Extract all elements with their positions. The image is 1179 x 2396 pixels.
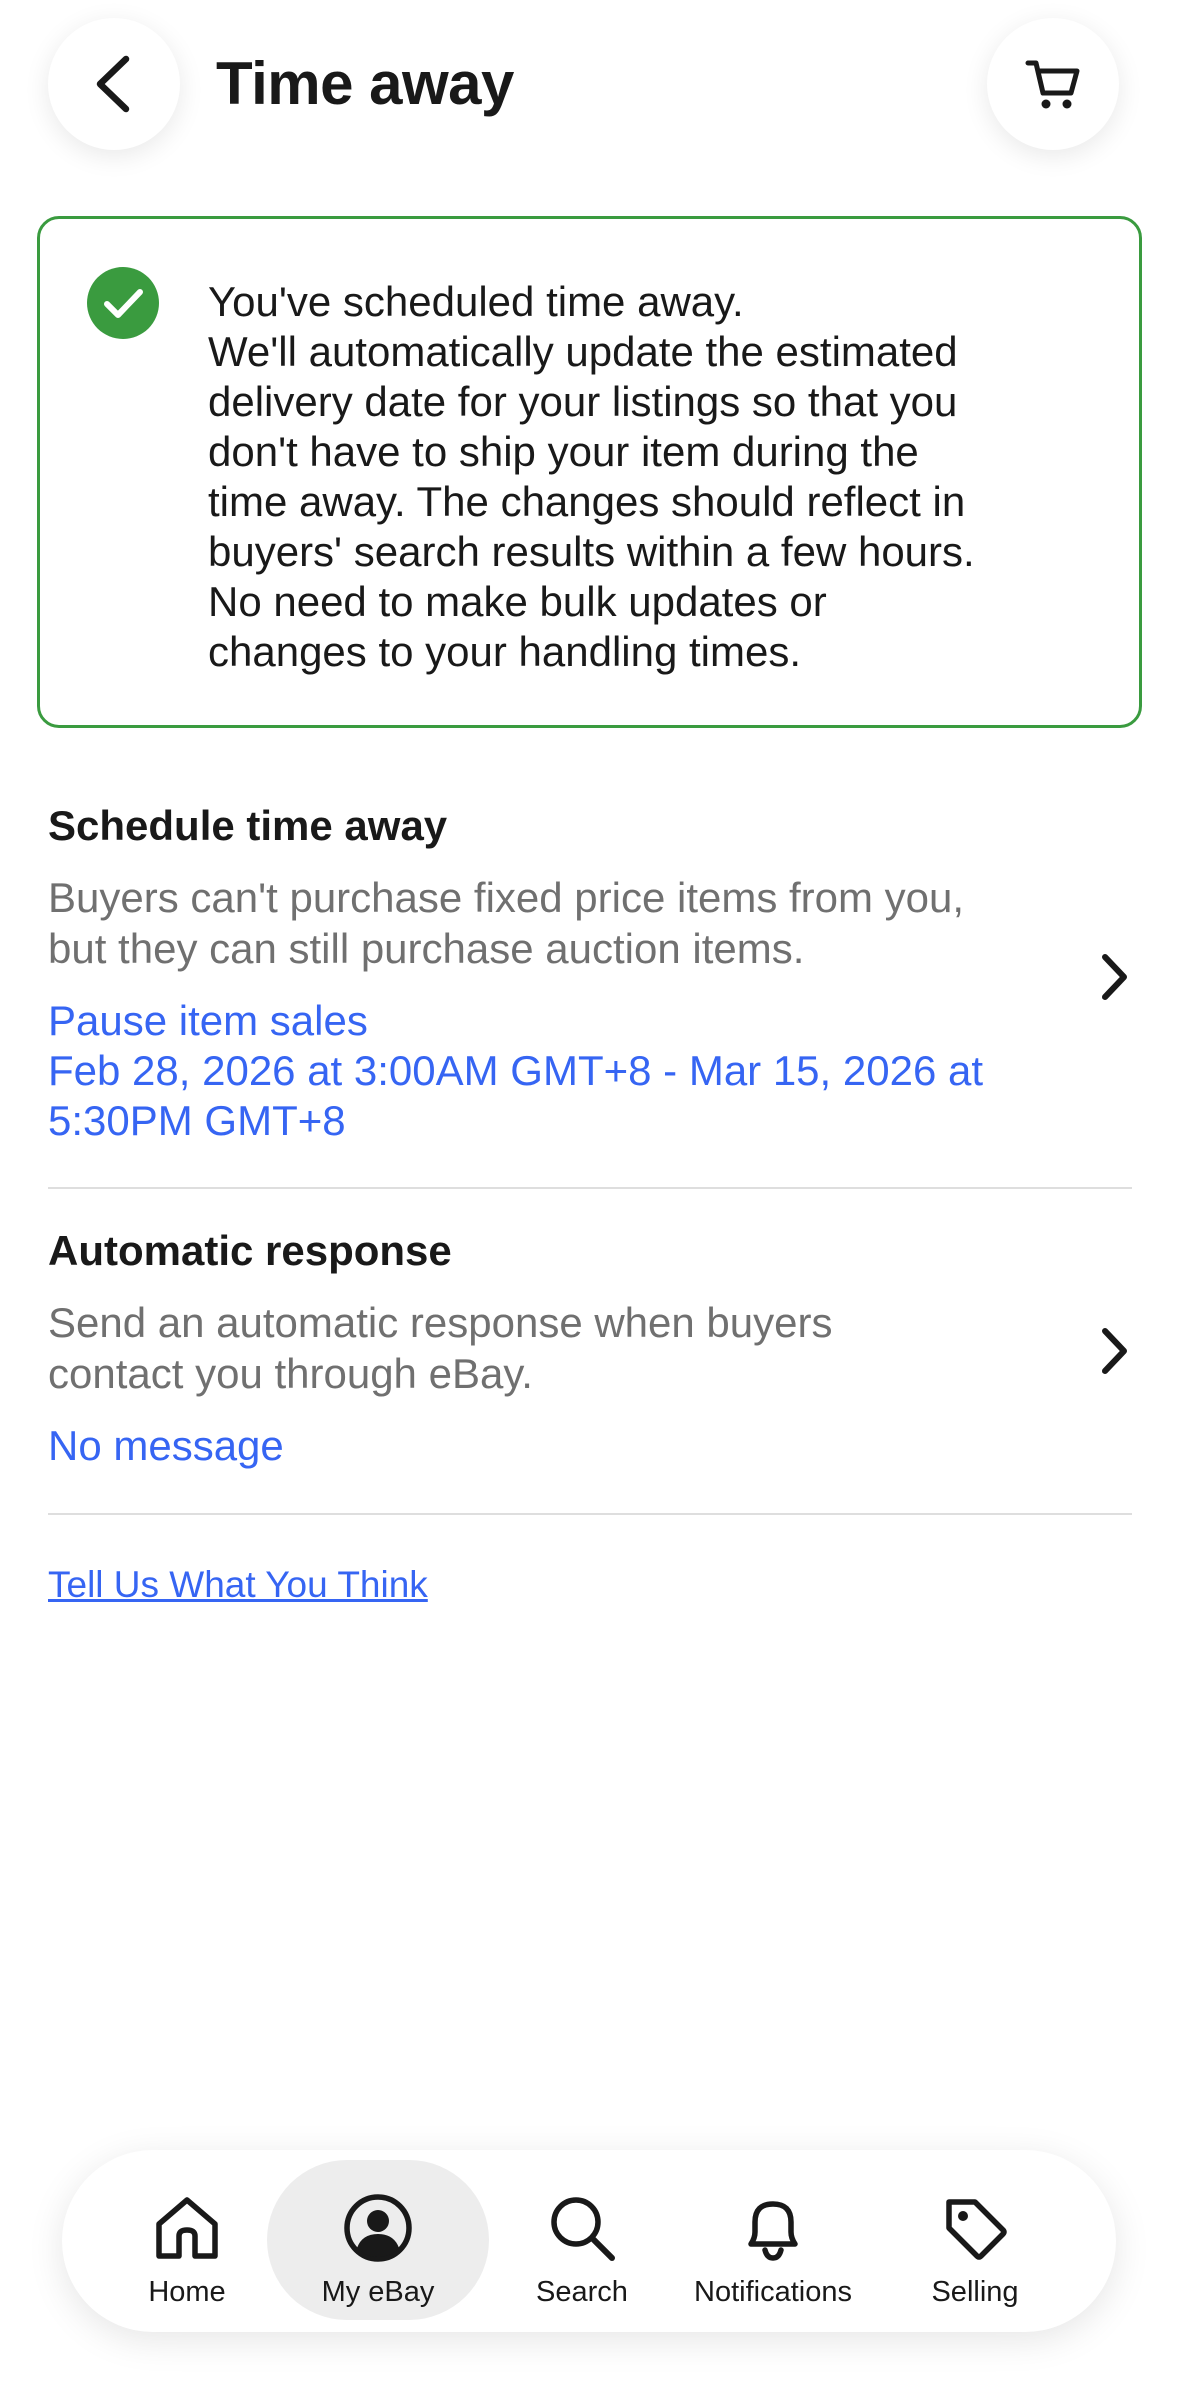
alert-line: No need to make bulk updates or — [208, 578, 827, 625]
schedule-description: Buyers can't purchase fixed price items … — [48, 872, 1048, 974]
cart-button[interactable] — [987, 18, 1119, 150]
home-icon — [156, 2197, 218, 2259]
schedule-time-away-row[interactable]: Schedule time away Buyers can't purchase… — [48, 800, 1132, 1160]
bottom-nav: Home My eBay Search Notifications Sellin… — [62, 2150, 1116, 2332]
chevron-right-icon — [1102, 954, 1127, 1000]
description-line: contact you through eBay. — [48, 1350, 533, 1397]
alert-line: You've scheduled time away. — [208, 278, 744, 325]
cart-icon — [1025, 60, 1080, 109]
bell-icon — [748, 2201, 798, 2261]
nav-home[interactable]: Home — [122, 2160, 252, 2320]
tag-icon — [946, 2199, 1007, 2260]
alert-line: don't have to ship your item during the — [208, 428, 919, 475]
schedule-value: Pause item sales Feb 28, 2026 at 3:00AM … — [48, 996, 1132, 1146]
chevron-left-icon — [96, 55, 130, 113]
alert-line: We'll automatically update the estimated — [208, 328, 958, 375]
nav-notifications[interactable]: Notifications — [682, 2160, 864, 2320]
divider — [48, 1513, 1132, 1515]
alert-line: buyers' search results within a few hour… — [208, 528, 975, 575]
nav-label: My eBay — [321, 2276, 435, 2308]
page-title: Time away — [216, 50, 514, 117]
schedule-title: Schedule time away — [48, 802, 448, 849]
user-circle-icon — [344, 2194, 412, 2262]
divider — [48, 1187, 1132, 1189]
chevron-right-icon — [1102, 1328, 1127, 1374]
nav-label: Notifications — [694, 2276, 852, 2308]
back-button[interactable] — [48, 18, 180, 150]
description-line: Send an automatic response when buyers — [48, 1299, 833, 1346]
nav-selling[interactable]: Selling — [910, 2160, 1040, 2320]
alert-line: changes to your handling times. — [208, 628, 802, 675]
automatic-response-row[interactable]: Automatic response Send an automatic res… — [48, 1225, 1132, 1515]
alert-message: You've scheduled time away. We'll automa… — [208, 277, 1088, 677]
value-line: Feb 28, 2026 at 3:00AM GMT+8 - Mar 15, 2… — [48, 1047, 984, 1094]
check-circle-icon — [87, 267, 159, 339]
description-line: Buyers can't purchase fixed price items … — [48, 874, 965, 921]
value-line: Pause item sales — [48, 997, 368, 1044]
success-alert: You've scheduled time away. We'll automa… — [37, 216, 1142, 728]
alert-line: time away. The changes should reflect in — [208, 478, 966, 525]
alert-line: delivery date for your listings so that … — [208, 378, 958, 425]
auto-response-value: No message — [48, 1422, 284, 1469]
value-line: 5:30PM GMT+8 — [48, 1097, 346, 1144]
time-away-page: Time away You've scheduled time away. We… — [0, 0, 1179, 2396]
auto-response-description: Send an automatic response when buyers c… — [48, 1297, 1048, 1399]
nav-my-ebay[interactable]: My eBay — [267, 2160, 489, 2320]
nav-search[interactable]: Search — [514, 2160, 650, 2320]
auto-response-title: Automatic response — [48, 1227, 452, 1274]
search-icon — [551, 2197, 615, 2261]
header: Time away — [0, 0, 1179, 170]
nav-label: Selling — [931, 2276, 1019, 2308]
nav-label: Home — [148, 2276, 226, 2308]
description-line: but they can still purchase auction item… — [48, 925, 805, 972]
nav-label: Search — [536, 2276, 628, 2308]
feedback-link[interactable]: Tell Us What You Think — [48, 1561, 428, 1609]
